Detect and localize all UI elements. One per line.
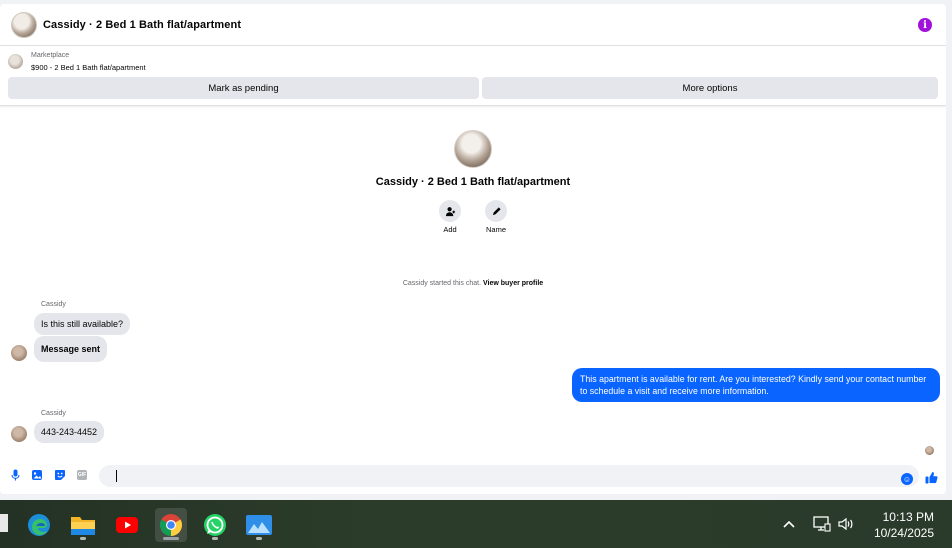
- profile-name: Cassidy · 2 Bed 1 Bath flat/apartment: [375, 176, 571, 188]
- listing-bar: Marketplace $900 - 2 Bed 1 Bath flat/apa…: [0, 46, 946, 106]
- profile-avatar[interactable]: [454, 130, 492, 168]
- sender-name: Cassidy: [41, 410, 66, 417]
- show-hidden-icons-chevron-icon[interactable]: [782, 500, 796, 548]
- running-indicator: [163, 537, 179, 540]
- system-clock[interactable]: 10:13 PM 10/24/2025: [874, 509, 934, 541]
- volume-icon[interactable]: [838, 500, 854, 548]
- avatar[interactable]: [11, 11, 37, 38]
- avatar[interactable]: [11, 426, 27, 442]
- start-button-edge[interactable]: [0, 514, 8, 532]
- mark-pending-button[interactable]: Mark as pending: [8, 77, 479, 99]
- started-text: Cassidy started this chat.: [402, 280, 482, 287]
- chat-started-notice: Cassidy started this chat. View buyer pr…: [0, 280, 946, 287]
- name-label: Name: [485, 225, 506, 234]
- add-label: Add: [443, 225, 457, 234]
- message-bubble[interactable]: 443-243-4452: [34, 421, 105, 443]
- view-buyer-profile-link[interactable]: View buyer profile: [483, 280, 543, 287]
- info-icon[interactable]: i: [918, 18, 932, 32]
- listing-price-title[interactable]: $900 - 2 Bed 1 Bath flat/apartment: [31, 63, 146, 72]
- whatsapp-icon[interactable]: [199, 508, 231, 542]
- more-options-button[interactable]: More options: [482, 77, 938, 99]
- chat-header: Cassidy · 2 Bed 1 Bath flat/apartment i: [0, 4, 946, 46]
- running-indicator: [212, 537, 218, 540]
- gif-icon[interactable]: GIF: [76, 469, 88, 481]
- microphone-icon[interactable]: [9, 469, 21, 481]
- taskbar: 10:13 PM 10/24/2025: [0, 500, 952, 548]
- youtube-icon[interactable]: [111, 508, 143, 542]
- like-icon[interactable]: [925, 471, 938, 487]
- avatar[interactable]: [11, 345, 27, 361]
- chat-window: Cassidy · 2 Bed 1 Bath flat/apartment i …: [0, 4, 946, 494]
- sticker-icon[interactable]: [54, 469, 66, 481]
- emoji-icon[interactable]: ☺: [901, 473, 913, 485]
- network-icon[interactable]: [813, 500, 831, 548]
- name-action[interactable]: Name: [483, 200, 509, 234]
- message-bubble[interactable]: Is this still available?: [34, 313, 131, 335]
- running-indicator: [256, 537, 262, 540]
- message-input[interactable]: [99, 465, 919, 487]
- profile-actions: Add Name: [0, 200, 946, 234]
- listing-thumbnail[interactable]: [8, 54, 23, 69]
- chat-title[interactable]: Cassidy · 2 Bed 1 Bath flat/apartment: [43, 19, 241, 31]
- add-person-icon[interactable]: [439, 200, 461, 222]
- clock-time: 10:13 PM: [882, 510, 934, 524]
- running-indicator: [80, 537, 86, 540]
- pencil-icon[interactable]: [485, 200, 507, 222]
- clock-date: 10/24/2025: [873, 526, 934, 540]
- outgoing-message-bubble[interactable]: This apartment is available for rent. Ar…: [572, 368, 940, 402]
- edge-icon[interactable]: [23, 508, 55, 542]
- add-action[interactable]: Add: [437, 200, 463, 234]
- photo-icon[interactable]: [31, 469, 43, 481]
- listing-source: Marketplace: [31, 52, 70, 59]
- text-cursor: [116, 470, 117, 482]
- chrome-icon[interactable]: [155, 508, 187, 542]
- message-bubble[interactable]: Message sent: [34, 336, 108, 362]
- profile-block: Cassidy · 2 Bed 1 Bath flat/apartment Ad…: [0, 130, 946, 234]
- file-explorer-icon[interactable]: [67, 508, 99, 542]
- composer: GIF ☺: [0, 463, 946, 489]
- seen-indicator-avatar: [925, 446, 934, 455]
- gif-label: GIF: [76, 470, 88, 480]
- sender-name: Cassidy: [41, 301, 66, 308]
- photos-icon[interactable]: [243, 508, 275, 542]
